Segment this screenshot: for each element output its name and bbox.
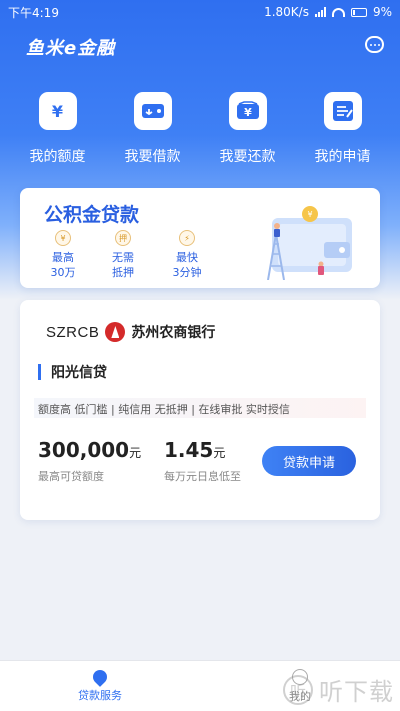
status-bar: 下午4:19 1.80K/s 9% [0,0,400,24]
daily-rate-unit: 元 [213,446,226,460]
banner-feature: ⚡ 最快 3分钟 [162,230,212,280]
yuan-card-icon: ¥ [228,92,267,130]
bank-logo-icon [105,322,126,342]
daily-rate-value: 1.45 [164,438,214,462]
wifi-icon [331,7,345,17]
daily-rate-label: 每万元日息低至 [164,470,241,483]
svg-text:¥: ¥ [307,210,312,219]
product-row: 阳光信贷 [38,362,107,382]
lightning-badge-icon: ⚡ [179,230,195,246]
nav-label: 我的额度 [29,149,86,165]
loan-apply-button[interactable]: 贷款申请 [262,446,356,476]
banner-feature: ¥ 最高 30万 [38,230,88,280]
product-tags: 额度高 低门槛 | 纯信用 无抵押 | 在线审批 实时授信 [34,398,366,418]
pledge-badge-icon: 押 [115,230,131,246]
bank-name: 苏州农商银行 [131,325,216,341]
signal-icon [314,7,326,17]
tab-loan-service[interactable]: 贷款服务 [0,661,200,711]
nav-label: 我的申请 [314,149,371,165]
quick-nav: ¥ 我的额度 我要借款 ¥ 我要还款 我的申请 [10,92,390,166]
yuan-icon: ¥ [38,92,77,130]
document-icon [323,92,362,130]
nav-borrow[interactable]: 我要借款 [105,92,200,166]
network-speed: 1.80K/s [264,5,309,19]
battery-level: 9% [372,5,392,19]
yuan-badge-icon: ¥ [55,230,71,246]
max-amount: 300,000元 [38,438,141,462]
nav-my-application[interactable]: 我的申请 [295,92,390,166]
wallet-icon [133,92,172,130]
banner-title: 公积金贷款 [44,204,140,226]
status-right: 1.80K/s 9% [264,5,392,19]
max-amount-unit: 元 [129,446,142,460]
svg-text:¥: ¥ [244,106,252,119]
banner-feature: 押 无需 抵押 [98,230,148,280]
battery-icon [350,7,367,17]
message-icon[interactable] [365,36,384,53]
product-name: 阳光信贷 [51,365,107,381]
nav-my-credit[interactable]: ¥ 我的额度 [10,92,105,166]
nav-repay[interactable]: ¥ 我要还款 [200,92,295,166]
max-amount-label: 最高可贷额度 [38,470,104,483]
loan-product-card[interactable]: SZRCB 苏州农商银行 阳光信贷 额度高 低门槛 | 纯信用 无抵押 | 在线… [20,300,380,520]
status-time: 下午4:19 [8,5,59,20]
app-header: 鱼米e金融 [0,30,400,64]
bank-code: SZRCB [46,323,100,341]
bank-row: SZRCB 苏州农商银行 [46,322,215,342]
nav-label: 我要还款 [219,149,276,165]
watermark-badge: 听 [283,674,313,705]
location-pin-icon [90,666,110,687]
app-logo: 鱼米e金融 [26,38,116,59]
feature-text: 最快 3分钟 [172,251,202,279]
tab-label: 贷款服务 [78,688,122,702]
watermark-text: 听下载 [319,678,394,706]
accent-bar [38,364,41,380]
feature-text: 无需 抵押 [112,251,134,279]
housing-fund-loan-banner[interactable]: 公积金贷款 ¥ 最高 30万 押 无需 抵押 ⚡ 最快 3分钟 ¥ [20,188,380,288]
feature-text: 最高 30万 [50,251,76,279]
banner-illustration: ¥ [267,206,352,280]
watermark: 听 听下载 [283,672,394,707]
max-amount-value: 300,000 [38,438,130,462]
daily-rate: 1.45元 [164,438,225,462]
nav-label: 我要借款 [124,149,181,165]
